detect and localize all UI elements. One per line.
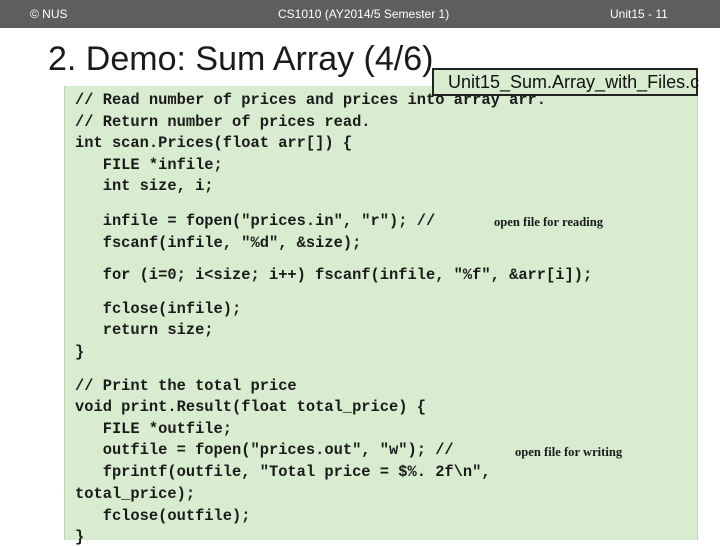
copyright-label: © NUS	[30, 7, 68, 21]
code-line: fprintf(outfile, "Total price = $%. 2f\n…	[75, 463, 491, 481]
code-line: FILE *outfile;	[75, 420, 233, 438]
code-line: // Read number of prices and prices into…	[75, 91, 547, 109]
slide-header-bar: © NUS CS1010 (AY2014/5 Semester 1) Unit1…	[0, 0, 720, 28]
slide-number-label: Unit15 - 11	[610, 7, 668, 21]
code-comment: open file for reading	[494, 215, 604, 229]
code-line: }	[75, 343, 85, 361]
code-line: int size, i;	[75, 177, 214, 195]
code-line: int scan.Prices(float arr[]) {	[75, 134, 353, 152]
code-line: total_price);	[75, 485, 196, 503]
code-line: void print.Result(float total_price) {	[75, 398, 426, 416]
code-line: outfile = fopen("prices.out", "w"); //	[75, 441, 454, 459]
code-line: FILE *infile;	[75, 156, 223, 174]
code-line: return size;	[75, 321, 214, 339]
code-line: fclose(infile);	[75, 300, 242, 318]
code-line: fclose(outfile);	[75, 507, 251, 525]
code-line: for (i=0; i<size; i++) fscanf(infile, "%…	[75, 266, 593, 284]
code-line: }	[75, 528, 85, 546]
code-line: // Print the total price	[75, 377, 297, 395]
code-line: // Return number of prices read.	[75, 113, 371, 131]
code-line: fscanf(infile, "%d", &size);	[75, 234, 362, 252]
course-label: CS1010 (AY2014/5 Semester 1)	[278, 7, 450, 21]
code-line: infile = fopen("prices.in", "r"); //	[75, 212, 436, 230]
code-comment: open file for writing	[515, 445, 623, 459]
slide-title: 2. Demo: Sum Array (4/6)	[48, 40, 434, 78]
